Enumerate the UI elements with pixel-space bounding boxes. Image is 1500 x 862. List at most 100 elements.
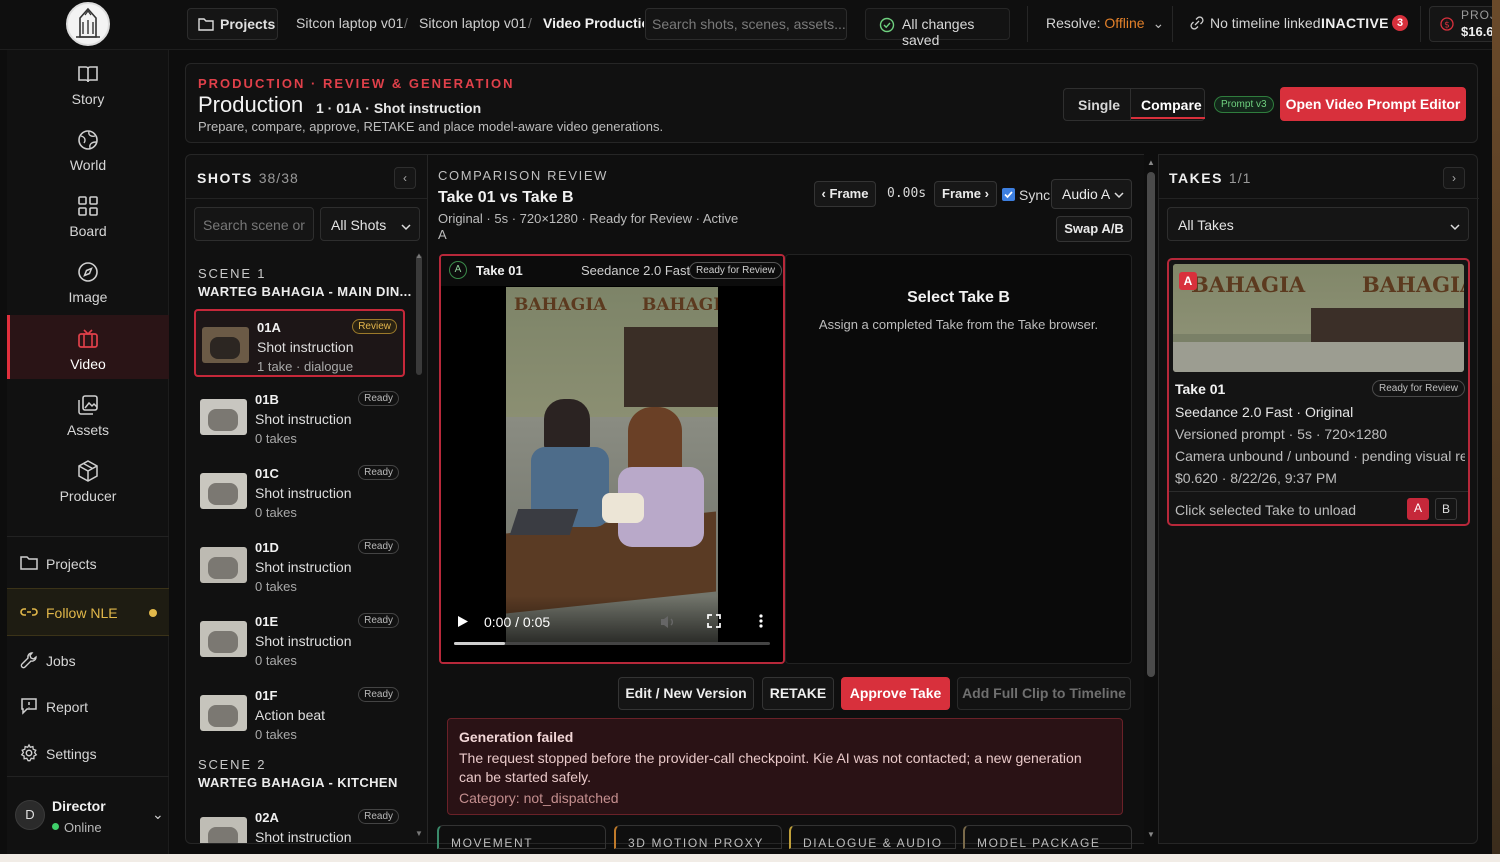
center-scrollbar[interactable]: ▲ ▼ [1145,154,1157,844]
scroll-thumb[interactable] [1147,172,1155,677]
scroll-up-icon[interactable]: ▲ [415,251,423,260]
sidebar-link-report[interactable]: Report [7,685,169,729]
status-dot [149,609,157,617]
mode-single-button[interactable]: Single [1078,97,1120,113]
take-card[interactable]: BAHAGIA BAHAGIA A Take 01 Ready for Revi… [1167,258,1470,526]
sidebar-link-label: Settings [46,746,97,762]
grid-icon [78,196,98,216]
sync-checkbox[interactable] [1002,188,1015,201]
takes-title: TAKES 1/1 [1169,170,1251,186]
take-a-player[interactable]: A Take 01 Seedance 2.0 Fast Ready for Re… [439,254,785,664]
shot-filter-select[interactable]: All Shots [320,207,420,241]
resolve-status[interactable]: Resolve: Offline ⌄ [1046,15,1164,32]
sidebar-item-video[interactable]: Video [7,315,169,379]
scene-name: WARTEG BAHAGIA - MAIN DIN... [198,284,412,299]
tab-model-package[interactable]: MODEL PACKAGE [963,825,1132,849]
sidebar-item-story[interactable]: Story [7,50,169,114]
audio-select[interactable]: Audio A [1051,179,1132,209]
mode-compare-button[interactable]: Compare [1141,97,1202,113]
sidebar-link-follow-nle[interactable]: Follow NLE [7,588,169,636]
link-icon [1190,16,1204,30]
expand-takes-button[interactable]: › [1443,167,1465,189]
progress-fill [454,642,505,645]
player-controls: 0:00 / 0:05 [441,596,783,662]
breadcrumb-sequence[interactable]: Sitcon laptop v01 [419,15,526,31]
takes-filter-select[interactable]: All Takes [1167,207,1469,241]
shot-id: 01F [255,688,278,703]
sidebar-link-label: Projects [46,556,97,572]
sidebar-link-projects[interactable]: Projects [7,542,169,586]
sidebar-item-board[interactable]: Board [7,182,169,246]
approve-take-button[interactable]: Approve Take [841,677,950,710]
user-menu[interactable]: D Director Online ⌄ [7,788,169,844]
shots-scrollbar[interactable] [416,255,422,375]
scroll-down-icon[interactable]: ▼ [1147,830,1155,839]
shot-row-01b[interactable]: 01B Shot instruction 0 takes Ready [194,383,405,451]
app-logo[interactable] [66,2,110,46]
shot-row-01a[interactable]: 01A Shot instruction 1 take · dialogue Revi… [194,309,405,377]
divider [1159,198,1479,199]
timeline-label: No timeline linked [1210,15,1321,31]
collapse-shots-button[interactable]: ‹ [394,167,416,189]
project-cost[interactable]: $ PROJ $16.61 [1429,6,1500,42]
take-b-hint: Assign a completed Take from the Take br… [818,317,1099,332]
scroll-up-icon[interactable]: ▲ [1147,158,1155,167]
thumbnail-figure [208,483,238,505]
counter-shelf [624,327,718,407]
message-icon [21,698,37,715]
breadcrumb-project[interactable]: Sitcon laptop v01 [296,15,403,31]
tab-movement[interactable]: MOVEMENT [437,825,606,849]
progress-track[interactable] [454,642,770,645]
open-video-prompt-editor-button[interactable]: Open Video Prompt Editor [1280,87,1466,121]
edit-new-version-button[interactable]: Edit / New Version [618,677,754,710]
shot-row-01c[interactable]: 01C Shot instruction 0 takes Ready [194,457,405,525]
add-full-clip-to-timeline-button[interactable]: Add Full Clip to Timeline [957,677,1131,710]
scene-label: SCENE 1 [198,266,267,281]
shot-row-01e[interactable]: 01E Shot instruction 0 takes Ready [194,605,405,673]
more-options-icon[interactable] [759,614,763,628]
shot-search-input[interactable]: Search scene or [194,207,314,241]
sidebar-item-producer[interactable]: Producer [7,447,169,511]
global-search-input[interactable]: Search shots, scenes, assets... ⌘K [645,8,847,40]
fullscreen-icon[interactable] [707,614,721,628]
take-name: Take 01 [1175,381,1226,397]
sidebar-link-jobs[interactable]: Jobs [7,639,169,683]
play-icon[interactable] [457,615,469,628]
temple-logo-icon [76,7,100,38]
tab-3d-motion-proxy[interactable]: 3D MOTION PROXY [614,825,782,849]
shot-row-01d[interactable]: 01D Shot instruction 0 takes Ready [194,531,405,599]
swap-ab-button[interactable]: Swap A/B [1056,216,1132,242]
assign-a-button[interactable]: A [1407,498,1429,520]
sidebar-item-assets[interactable]: Assets [7,381,169,445]
sidebar-link-settings[interactable]: Settings [7,732,169,776]
sidebar-item-image[interactable]: Image [7,248,169,312]
status-badge: Ready [358,809,399,824]
shot-thumbnail [200,695,247,731]
shot-row-01f[interactable]: 01F Action beat 0 takes Ready [194,679,405,747]
save-status-text: All changes saved [902,16,975,48]
shot-title: Shot instruction [257,339,354,355]
header-eyebrow: PRODUCTION · REVIEW & GENERATION [198,76,515,91]
take-thumbnail: BAHAGIA BAHAGIA A [1173,264,1464,372]
projects-button[interactable]: Projects [187,8,278,40]
page-subtitle: 1 · 01A · Shot instruction [316,100,482,116]
check-circle-icon [879,17,895,33]
comparison-meta: Original · 5s · 720×1280 · Ready for Rev… [438,211,739,242]
volume-icon[interactable] [659,614,677,630]
resolve-offline: Offline [1104,15,1145,31]
film-icon [78,329,98,348]
user-status: Online [64,820,102,835]
shot-row-02a[interactable]: 02A Shot instruction Ready [194,801,405,843]
take-b-drop-zone[interactable]: Select Take B Assign a completed Take fr… [785,254,1132,664]
app-window: Projects Sitcon laptop v01 / Sitcon lapt… [0,0,1500,862]
assign-b-button[interactable]: B [1435,498,1457,520]
shot-title: Action beat [255,707,326,723]
retake-button[interactable]: RETAKE [762,677,834,710]
search-placeholder: Search shots, scenes, assets... [652,16,846,32]
previous-frame-button[interactable]: ‹ Frame [814,181,876,207]
scroll-down-icon[interactable]: ▼ [415,829,423,838]
next-frame-button[interactable]: Frame › [934,181,997,207]
tab-dialogue-audio[interactable]: DIALOGUE & AUDIO [789,825,956,849]
sidebar-item-world[interactable]: World [7,116,169,180]
audio-select-value: Audio A [1062,186,1111,202]
